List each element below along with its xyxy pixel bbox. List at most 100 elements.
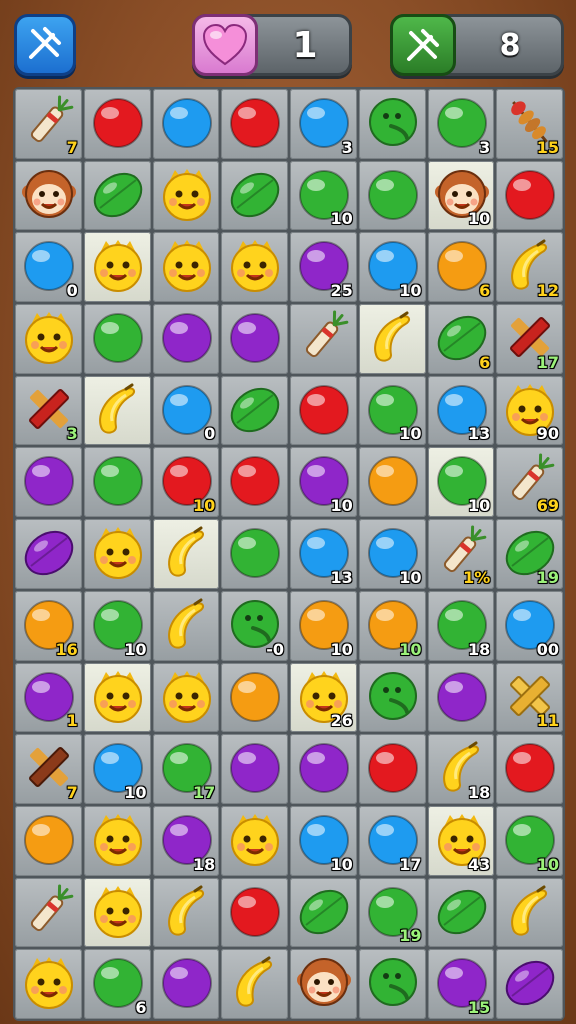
hammer-tool-button[interactable] <box>14 14 76 76</box>
board-cell[interactable] <box>83 662 151 733</box>
board-cell[interactable] <box>290 304 357 374</box>
board-cell[interactable] <box>290 375 357 446</box>
board-cell[interactable]: 3 <box>290 89 357 159</box>
board-cell[interactable] <box>152 519 220 589</box>
board-cell[interactable] <box>427 877 495 948</box>
board-cell[interactable] <box>83 375 151 446</box>
board-cell[interactable]: 10 <box>83 734 151 804</box>
board-cell[interactable] <box>221 877 288 948</box>
board-cell[interactable] <box>427 662 495 733</box>
board-cell[interactable] <box>290 877 357 948</box>
board-cell[interactable]: 10 <box>496 805 563 876</box>
board-cell[interactable]: 17 <box>496 304 563 374</box>
board-cell[interactable] <box>290 734 357 804</box>
board-cell[interactable]: 0 <box>15 232 82 303</box>
board-cell[interactable] <box>83 232 151 303</box>
board-cell[interactable]: 00 <box>496 590 563 661</box>
board-cell[interactable]: 17 <box>152 734 220 804</box>
board-cell[interactable] <box>83 519 151 589</box>
board-cell[interactable]: 15 <box>496 89 563 159</box>
board-cell[interactable]: 13 <box>427 375 495 446</box>
board-cell[interactable]: 10 <box>83 590 151 661</box>
board-cell[interactable]: 3 <box>15 375 82 446</box>
board-cell[interactable]: 15 <box>427 949 495 1019</box>
board-cell[interactable] <box>358 447 426 518</box>
board-cell[interactable]: 10 <box>427 447 495 518</box>
board-cell[interactable] <box>221 805 288 876</box>
board-cell[interactable] <box>221 662 288 733</box>
board-cell[interactable] <box>83 89 151 159</box>
board-cell[interactable]: 6 <box>427 232 495 303</box>
board-cell[interactable] <box>152 160 220 231</box>
board-cell[interactable] <box>152 949 220 1019</box>
board-cell[interactable] <box>221 519 288 589</box>
board-cell[interactable] <box>83 805 151 876</box>
board-cell[interactable] <box>221 89 288 159</box>
board-cell[interactable] <box>152 232 220 303</box>
board-cell[interactable]: 69 <box>496 447 563 518</box>
lives-counter[interactable]: 1 <box>192 14 352 76</box>
board-cell[interactable] <box>221 375 288 446</box>
board-cell[interactable]: 19 <box>496 519 563 589</box>
board-cell[interactable] <box>358 662 426 733</box>
board-cell[interactable] <box>358 304 426 374</box>
board-cell[interactable]: 7 <box>15 89 82 159</box>
board-cell[interactable] <box>15 949 82 1019</box>
board-cell[interactable]: 10 <box>290 590 357 661</box>
board-cell[interactable]: 16 <box>15 590 82 661</box>
board-cell[interactable] <box>496 877 563 948</box>
board-cell[interactable]: 10 <box>427 160 495 231</box>
board-cell[interactable]: 3 <box>427 89 495 159</box>
board-cell[interactable]: 6 <box>83 949 151 1019</box>
board-cell[interactable] <box>358 734 426 804</box>
board-cell[interactable]: 1 <box>15 662 82 733</box>
board-cell[interactable] <box>290 949 357 1019</box>
board-cell[interactable] <box>358 160 426 231</box>
board-cell[interactable]: 13 <box>290 519 357 589</box>
board-cell[interactable]: 10 <box>358 519 426 589</box>
board-cell[interactable]: 25 <box>290 232 357 303</box>
board-cell[interactable] <box>83 160 151 231</box>
board-cell[interactable]: 7 <box>15 734 82 804</box>
board-cell[interactable]: 10 <box>358 232 426 303</box>
board-cell[interactable]: 10 <box>358 590 426 661</box>
board-cell[interactable] <box>152 304 220 374</box>
board-cell[interactable] <box>15 304 82 374</box>
board-cell[interactable] <box>221 232 288 303</box>
board-cell[interactable]: 1% <box>427 519 495 589</box>
board-cell[interactable] <box>496 949 563 1019</box>
board-cell[interactable] <box>221 304 288 374</box>
board-cell[interactable] <box>152 877 220 948</box>
board-cell[interactable] <box>83 877 151 948</box>
board-cell[interactable] <box>15 447 82 518</box>
board-cell[interactable]: 12 <box>496 232 563 303</box>
board-cell[interactable]: 10 <box>290 805 357 876</box>
board-cell[interactable]: 17 <box>358 805 426 876</box>
board-cell[interactable] <box>496 160 563 231</box>
board-cell[interactable]: 0 <box>152 375 220 446</box>
board-cell[interactable]: 10 <box>290 447 357 518</box>
hammer-booster-counter[interactable]: 8 <box>390 14 564 76</box>
board-cell[interactable]: 10 <box>290 160 357 231</box>
board-cell[interactable]: 18 <box>427 734 495 804</box>
board-cell[interactable] <box>15 160 82 231</box>
board-cell[interactable] <box>83 304 151 374</box>
board-cell[interactable] <box>152 590 220 661</box>
board-cell[interactable]: 18 <box>152 805 220 876</box>
board-cell[interactable] <box>496 734 563 804</box>
board-cell[interactable] <box>221 447 288 518</box>
board-cell[interactable]: 90 <box>496 375 563 446</box>
board-cell[interactable] <box>221 734 288 804</box>
board-cell[interactable] <box>358 949 426 1019</box>
board-cell[interactable]: 10 <box>358 375 426 446</box>
board-cell[interactable] <box>83 447 151 518</box>
board-cell[interactable]: 10 <box>152 447 220 518</box>
board-cell[interactable] <box>358 89 426 159</box>
board-cell[interactable]: 6 <box>427 304 495 374</box>
board-cell[interactable] <box>15 519 82 589</box>
board-cell[interactable] <box>152 662 220 733</box>
board-cell[interactable] <box>15 805 82 876</box>
board-cell[interactable]: 26 <box>290 662 357 733</box>
board-cell[interactable]: 19 <box>358 877 426 948</box>
board-cell[interactable] <box>15 877 82 948</box>
